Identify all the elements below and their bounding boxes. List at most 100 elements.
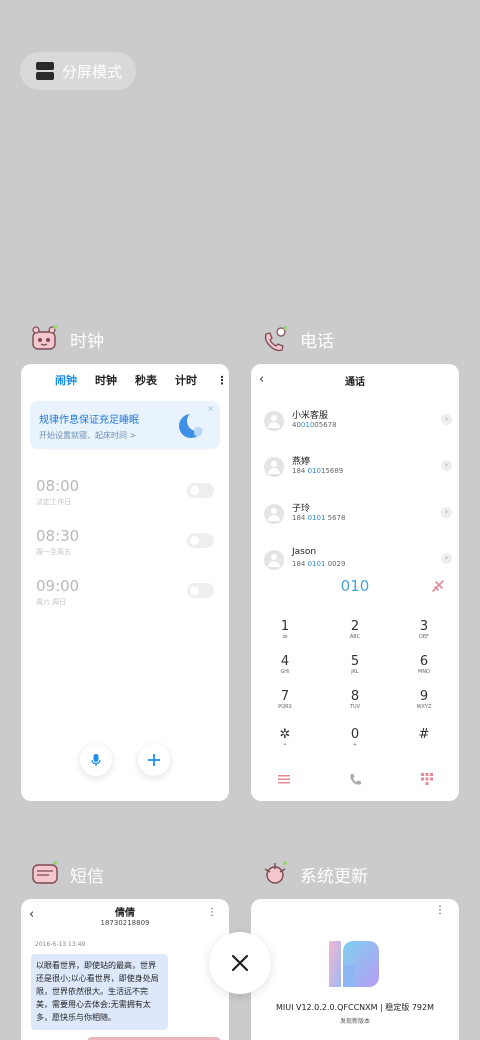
contact-number: 184 0101 5678 [292, 514, 346, 522]
conversation-title: 倩倩 [115, 908, 135, 919]
tab-alarm[interactable]: 闹钟 [55, 372, 95, 388]
dial-key-letters: PQRS [278, 704, 292, 710]
dial-key-letters: DEF [419, 634, 429, 640]
dial-key-letters: ꝏ [282, 634, 288, 640]
split-screen-button[interactable]: 分屏模式 [20, 52, 136, 90]
alarm-toggle[interactable] [187, 483, 214, 498]
update-app-card[interactable]: ⋮ MIUI V12.0.2.0.QFCCNXM | 稳定版 792M 发现新版… [251, 899, 459, 1040]
update-app-header[interactable]: 系统更新 [260, 859, 368, 889]
clock-app-icon [30, 324, 60, 354]
alarm-toggle[interactable] [187, 533, 214, 548]
dial-key-letters: WXYZ [416, 704, 432, 710]
dial-key-digit: 2 [350, 619, 360, 634]
alarm-item[interactable]: 08:00 法定工作日 [36, 477, 79, 507]
alarm-time: 08:30 [36, 527, 80, 545]
dial-key-digit: 0 [350, 727, 360, 742]
sms-app-card[interactable]: ‹ 倩倩 18730218809 ⋮ 2016-6-13 13:49 以眼看世界… [21, 899, 229, 1040]
phone-app-header[interactable]: 电话 [260, 324, 334, 354]
update-app-name: 系统更新 [300, 866, 368, 887]
back-icon[interactable]: ‹ [29, 907, 34, 922]
alarm-item[interactable]: 09:00 周六 周日 [36, 577, 79, 607]
clock-app-card[interactable]: 闹钟 时钟 秒表 计时 ⋮ 规律作息保证充足睡眠 开始设置就寝、起床时间 > z… [21, 364, 229, 801]
dial-key-letters: ABC [349, 634, 361, 640]
phone-topbar: ‹ 通话 [251, 364, 459, 396]
voice-alarm-button[interactable] [80, 744, 112, 776]
sleep-banner[interactable]: 规律作息保证充足睡眠 开始设置就寝、起床时间 > z × [30, 401, 220, 449]
contact-number: 184 01015689 [292, 467, 344, 475]
dial-key[interactable]: 1ꝏ [260, 619, 310, 641]
dial-key[interactable]: 4 GHI [260, 654, 310, 676]
contact-name: 子玲 [292, 504, 311, 514]
dial-key[interactable]: 8 TUV [330, 689, 380, 711]
banner-close-icon[interactable]: × [207, 404, 214, 413]
close-all-button[interactable] [209, 932, 271, 994]
dial-key[interactable]: 7 PQRS [260, 689, 310, 711]
dial-key-letters: TUV [349, 704, 361, 710]
dial-key-letters: • [283, 742, 287, 748]
sms-app-name: 短信 [70, 866, 104, 887]
contact-item[interactable]: 小米客服 4001005678 › [264, 408, 452, 438]
avatar-icon [264, 504, 284, 524]
alarm-days: 周一至周五 [36, 548, 71, 556]
add-alarm-button[interactable] [138, 744, 170, 776]
update-version: MIUI V12.0.2.0.QFCCNXM | 稳定版 792M [275, 1003, 435, 1012]
contact-name: 小米客服 [292, 411, 329, 421]
tab-clock[interactable]: 时钟 [95, 372, 135, 388]
sms-app-header[interactable]: 短信 [30, 859, 104, 889]
dial-key[interactable]: 2 ABC [330, 619, 380, 641]
dial-key-digit: 9 [419, 689, 429, 704]
alarm-item[interactable]: 08:30 周一至周五 [36, 527, 79, 557]
miui-logo-icon [329, 941, 379, 987]
alarm-toggle[interactable] [187, 583, 214, 598]
tab-stopwatch[interactable]: 秒表 [135, 372, 175, 388]
contact-item[interactable]: Jason 184 0101 0029 › [264, 547, 452, 577]
dial-key-digit: # [418, 727, 430, 742]
phone-title: 通话 [345, 376, 365, 388]
tab-timer[interactable]: 计时 [175, 372, 215, 388]
contact-item[interactable]: 子玲 184 0101 5678 › [264, 501, 452, 531]
close-icon [231, 954, 249, 972]
dial-key[interactable]: ✲ • [260, 727, 310, 749]
sms-topbar: ‹ 倩倩 18730218809 ⋮ [21, 899, 229, 929]
dial-key-digit: 3 [419, 619, 429, 634]
chevron-right-icon[interactable]: › [441, 460, 452, 471]
more-options-icon[interactable]: ⋮ [215, 374, 229, 387]
dial-key[interactable]: 6 MNO [399, 654, 449, 676]
dial-key-digit: 6 [419, 654, 429, 669]
more-options-icon[interactable]: ⋮ [207, 907, 217, 918]
message-bubble[interactable]: 以眼看世界，即使站的最高，世界还是很小;以心看世界，即使身处局限，世界依然很大。… [31, 954, 168, 1030]
call-icon[interactable] [348, 772, 362, 786]
contact-item[interactable]: 燕婷 184 01015689 › [264, 454, 452, 484]
dial-key[interactable]: 9 WXYZ [399, 689, 449, 711]
menu-icon[interactable] [277, 772, 291, 786]
phone-app-card[interactable]: ‹ 通话 小米客服 4001005678 › 燕婷 184 01015689 ›… [251, 364, 459, 801]
avatar-icon [264, 550, 284, 570]
dial-key[interactable]: # [399, 727, 449, 742]
alarm-time: 08:00 [36, 477, 80, 495]
plus-icon [148, 754, 160, 766]
dialpad-icon[interactable] [420, 772, 434, 786]
dial-key-letters: + [352, 742, 358, 748]
dial-key[interactable]: 5 JKL [330, 654, 380, 676]
phone-app-name: 电话 [300, 331, 334, 352]
delete-digit-icon[interactable] [431, 579, 445, 593]
split-screen-icon [36, 62, 54, 80]
contact-number: 4001005678 [292, 421, 337, 429]
alarm-days: 法定工作日 [36, 498, 71, 506]
chevron-right-icon[interactable]: › [441, 507, 452, 518]
chevron-right-icon[interactable]: › [441, 414, 452, 425]
moon-icon: z [179, 411, 206, 438]
dial-key[interactable]: 3 DEF [399, 619, 449, 641]
update-status: 发现新版本 [339, 1018, 370, 1025]
contact-name: 燕婷 [292, 457, 311, 467]
dial-key[interactable]: 0 + [330, 727, 380, 749]
dial-key-letters: GHI [280, 669, 290, 675]
more-options-icon[interactable]: ⋮ [435, 905, 445, 916]
split-screen-label: 分屏模式 [62, 62, 123, 81]
clock-app-header[interactable]: 时钟 [30, 324, 104, 354]
chevron-right-icon[interactable]: › [441, 553, 452, 564]
dial-key-digit: ✲ [279, 727, 291, 742]
dial-key-digit: 5 [350, 654, 360, 669]
back-icon[interactable]: ‹ [259, 372, 264, 387]
avatar-icon [264, 411, 284, 431]
